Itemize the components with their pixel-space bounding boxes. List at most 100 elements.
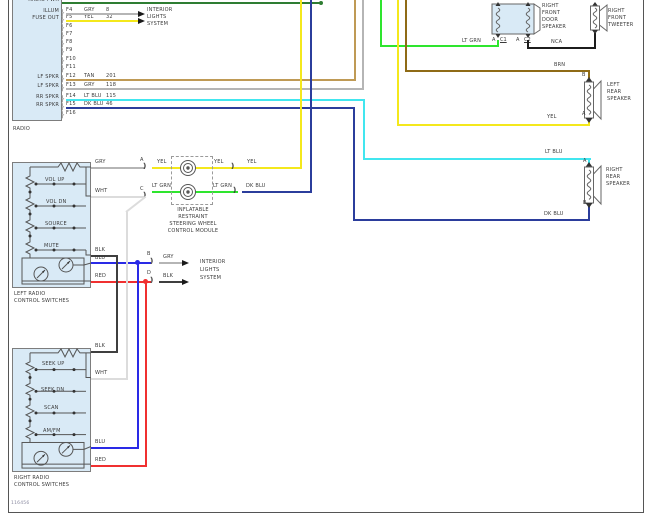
interior-lights-system: SYSTEM	[200, 275, 221, 281]
switch-label: SEEK UP	[42, 361, 64, 367]
wire-f14-lt-blu	[66, 99, 365, 101]
frame-border-right	[643, 0, 644, 513]
pin-number: F9	[66, 47, 72, 53]
wire-b-gry	[159, 262, 182, 264]
wire-yel-lr	[397, 124, 590, 126]
wire-label: GRY	[163, 254, 174, 260]
wire-label: LT BLU	[545, 149, 563, 155]
wire-lt-blu-drop	[363, 99, 365, 160]
wire-blu-right	[91, 447, 139, 449]
component-label: FRONT	[542, 10, 560, 16]
component-label: CONTROL SWITCHES	[14, 482, 69, 488]
pin-number: F11	[66, 64, 76, 70]
inline-connector: ⟩⟩	[150, 258, 151, 265]
switch-label: VOL DN	[46, 199, 66, 205]
wire-tan-riser	[354, 0, 356, 81]
wire-dk-blu-rr	[353, 219, 590, 221]
wire-label: YEL	[214, 159, 224, 165]
inline-connector: ⟩⟩	[143, 163, 144, 170]
wire-dk-blu-module	[242, 191, 312, 193]
interior-lights-system: LIGHTS	[147, 14, 166, 20]
wire-blu-left	[91, 262, 151, 264]
wire-label: BLU	[95, 439, 105, 445]
radio-pin-label: FUSE OUT	[12, 15, 59, 21]
component-label: FRONT	[608, 15, 626, 21]
junction-dot	[135, 260, 140, 265]
inline-connector: ⟩⟩	[150, 277, 151, 284]
wire-gry-riser	[362, 0, 364, 90]
wire-dk-blu-drop	[353, 107, 355, 221]
wire-end-dot	[319, 1, 323, 5]
wire-d-blk	[159, 281, 182, 283]
radio-pin-label: RR SPKR	[12, 102, 59, 108]
component-label: REAR	[606, 174, 620, 180]
switch-label: SCAN	[44, 405, 59, 411]
component-label: TWEETER	[608, 22, 633, 28]
speaker-pin-letter: A	[492, 37, 495, 43]
pin-number: F8	[66, 39, 72, 45]
pin-bracket: }	[60, 48, 65, 56]
switch-label: VOL UP	[45, 177, 65, 183]
pin-number: F10	[66, 56, 76, 62]
wire-f5-yel	[66, 20, 138, 22]
wire-label: BRN	[554, 62, 565, 68]
component-label: CONTROL SWITCHES	[14, 298, 69, 304]
srs-module-label: INFLATABLE	[165, 207, 221, 213]
component-label: SPEAKER	[607, 96, 631, 102]
component-label: REAR	[607, 89, 621, 95]
wire-label: WHT	[95, 188, 107, 194]
wire-label: YEL	[157, 159, 167, 165]
junction-dot	[143, 279, 148, 284]
component-label: RIGHT	[608, 8, 625, 14]
switch-label: SOURCE	[45, 221, 67, 227]
wire-label: YEL	[547, 114, 557, 120]
system-arrow	[182, 260, 189, 266]
srs-module-label: STEERING WHEEL	[165, 221, 221, 227]
wire-wht-right	[91, 378, 128, 380]
wire-label: BLU	[95, 255, 105, 261]
pin-bracket: }	[60, 111, 65, 119]
interior-lights-system: INTERIOR	[200, 259, 225, 265]
wire-label: RED	[95, 457, 106, 463]
wire-label: GRY	[95, 159, 106, 165]
srs-module-label: RESTRAINT	[165, 214, 221, 220]
inline-connector: ⟩⟩	[233, 187, 234, 194]
wire-label: DK BLU	[246, 183, 266, 189]
wire-lt-grn-riser	[380, 0, 382, 47]
component-label: SPEAKER	[542, 24, 566, 30]
pin-number: F7	[66, 31, 72, 37]
component-label: SPEAKER	[606, 181, 630, 187]
wiring-diagram: 116456 RADIO PWR ILLUM FUSE OUT LF SPKR …	[0, 0, 650, 520]
wire-radio-pwr-dk-grn	[62, 2, 322, 4]
radio-pin-label: LF SPKR	[12, 83, 59, 89]
wire-red-right	[91, 465, 147, 467]
wire-yel-riser	[300, 0, 302, 169]
wire-nca	[527, 47, 596, 49]
wire-wht-diagonal	[125, 196, 146, 213]
pin-bracket: }	[60, 65, 65, 73]
wire-label: LT GRN	[462, 38, 481, 44]
wire-lt-blu-rr	[363, 158, 591, 160]
interior-lights-system: LIGHTS	[200, 267, 219, 273]
switch-label: AM/FM	[43, 428, 61, 434]
wire-blu-riser	[137, 262, 139, 449]
inline-connector: ⟩⟩	[231, 163, 232, 170]
wire-blk-link	[116, 255, 118, 352]
component-label: RIGHT	[606, 167, 623, 173]
radio-pin-label: LF SPKR	[12, 74, 59, 80]
wire-dk-blu-riser	[310, 0, 312, 193]
wire-label: YEL	[247, 159, 257, 165]
switch-label: SEEK DN	[41, 387, 64, 393]
wire-switch-wht	[91, 196, 145, 198]
wire-yel-lr-riser	[397, 0, 399, 126]
speaker-pin-letter: B	[583, 200, 586, 206]
wire-label: BLK	[95, 247, 105, 253]
wire-wht-riser	[126, 212, 128, 380]
system-arrow	[138, 18, 145, 24]
wire-label: NCA	[551, 39, 562, 45]
radio-pin-label: RR SPKR	[12, 94, 59, 100]
wire-f4-gry	[66, 13, 138, 15]
wire-f12-tan	[66, 79, 356, 81]
pin-bracket: }	[60, 75, 65, 83]
wire-switch-gry	[91, 167, 145, 169]
